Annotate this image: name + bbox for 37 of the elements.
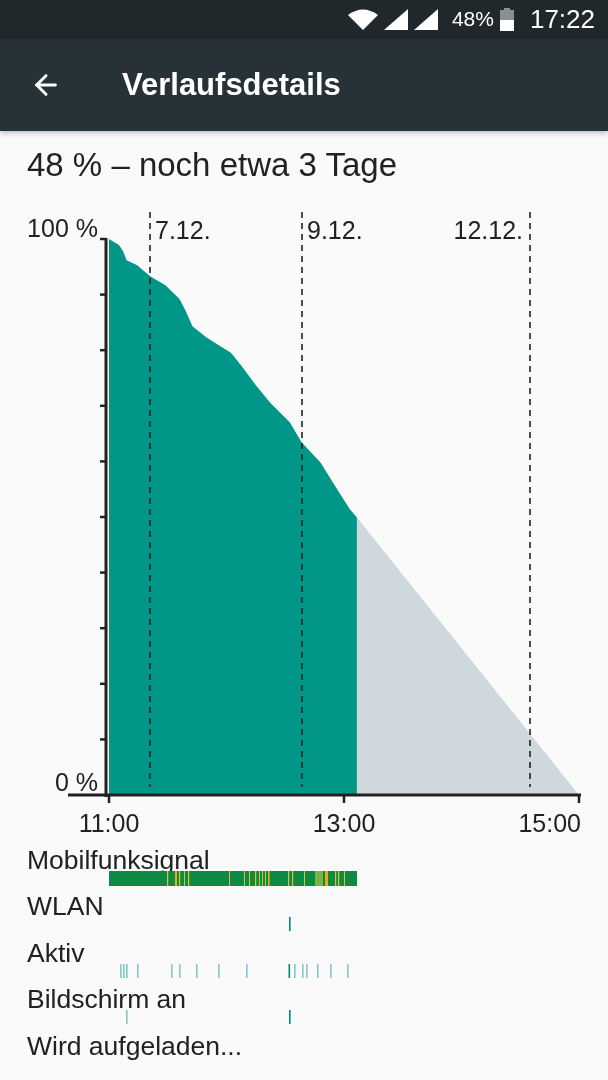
y-tick-label: 0 % [54,767,98,796]
event-tick [317,963,319,978]
battery-summary: 48 % – noch etwa 3 Tage [26,144,398,185]
event-tick [126,1010,128,1024]
date-label: 12.12. [453,215,523,244]
x-tick-label: 15:00 [518,808,581,837]
activity-label: Mobilfunksignal [27,847,210,873]
activity-label: WLAN [27,894,104,919]
event-tick [302,963,304,978]
wifi-icon [347,8,378,30]
clock: 17:22 [529,5,595,34]
x-tick-label: 11:00 [78,808,140,837]
event-tick [171,963,173,978]
event-tick [289,1010,291,1024]
screen-title: Verlaufsdetails [122,65,341,104]
event-tick [289,917,291,931]
x-tick-label: 13:00 [312,808,376,837]
event-tick [347,963,349,978]
battery-icon [499,7,514,31]
event-tick [330,963,332,978]
date-label: 7.12. [155,215,211,244]
activity-label: Aktiv [27,940,85,966]
activity-label: Bildschirm an [27,987,187,1012]
event-tick [306,963,308,978]
event-tick [137,963,139,978]
event-tick [196,963,198,978]
event-tick [218,963,220,978]
y-tick-label: 100 % [27,213,98,242]
event-tick [179,963,181,978]
date-label: 9.12. [307,215,363,244]
event-tick [288,963,291,978]
activity-label: Wird aufgeladen... [27,1033,243,1059]
cell-signal-icon [413,8,438,30]
battery-percent: 48% [451,6,494,33]
event-tick [294,963,296,978]
cell-signal-icon [383,8,408,30]
event-tick [246,963,248,978]
